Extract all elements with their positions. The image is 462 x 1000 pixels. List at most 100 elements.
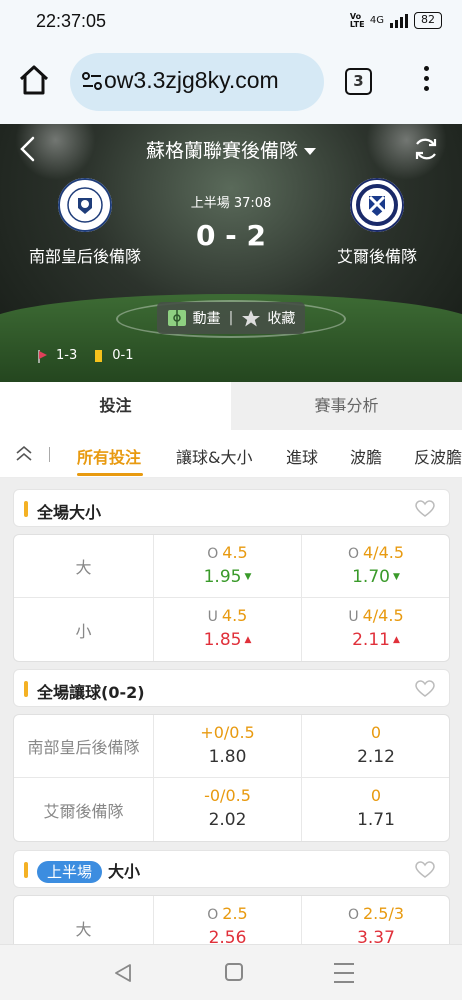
odds-button[interactable]: 0 2.12 — [302, 715, 449, 777]
odds-button[interactable]: O 4/4.5 1.70 ▼ — [302, 535, 449, 597]
line-prefix: O — [207, 546, 219, 562]
tab-all-bets[interactable]: 所有投注 — [77, 444, 141, 468]
star-icon[interactable] — [241, 309, 261, 327]
home-icon[interactable] — [16, 62, 52, 98]
animation-favorite-bar: 動畫 | 收藏 — [157, 302, 305, 334]
price: 1.71 — [357, 810, 395, 830]
odds-button[interactable]: O 4.5 1.95 ▼ — [154, 535, 302, 597]
price: 2.11 — [352, 630, 390, 650]
tab-betting[interactable]: 投注 — [0, 382, 231, 430]
section-marker — [24, 862, 28, 878]
nav-back-icon[interactable] — [112, 963, 134, 983]
signal-icon — [390, 13, 408, 28]
section-title: 上半場 大小 — [37, 858, 140, 883]
match-clock: 37:08 — [233, 196, 272, 211]
league-title[interactable]: 蘇格蘭聯賽後備隊 — [0, 136, 462, 163]
collapse-icon[interactable] — [14, 444, 34, 464]
battery-icon: 82 — [414, 12, 442, 29]
divider — [49, 447, 50, 462]
heart-icon[interactable] — [415, 500, 435, 518]
section-title: 全場大小 — [37, 503, 102, 522]
tab-correct-score[interactable]: 波膽 — [350, 444, 382, 468]
status-icons: Vo LTE 4G 82 — [350, 12, 442, 29]
line-prefix: O — [207, 907, 219, 923]
tab-goals[interactable]: 進球 — [286, 444, 318, 468]
market-tabs: 所有投注 讓球&大小 進球 波膽 反波膽 — [0, 430, 462, 478]
line-value: 4.5 — [222, 543, 248, 562]
nav-menu-icon[interactable] — [334, 963, 354, 983]
volte-indicator: Vo LTE — [349, 11, 365, 29]
row-label: 艾爾後備隊 — [14, 778, 154, 841]
animation-label[interactable]: 動畫 — [193, 308, 221, 328]
section-title: 全場讓球(0-2) — [37, 683, 145, 702]
odds-button[interactable]: O 2.5 2.56 — [154, 896, 302, 944]
price: 1.95 — [203, 567, 242, 587]
animation-icon[interactable] — [167, 309, 187, 327]
favorite-label[interactable]: 收藏 — [267, 308, 295, 328]
status-bar: 22:37:05 Vo LTE 4G 82 — [0, 0, 462, 44]
yellow-card-count: 0-1 — [112, 348, 134, 363]
network-type: 4G — [369, 15, 384, 26]
section-marker — [24, 681, 28, 697]
line-prefix: U — [207, 609, 218, 625]
line-value: 2.5 — [222, 904, 248, 923]
arrow-down-icon: ▼ — [392, 572, 400, 582]
url-bar[interactable]: ow3.3zjg8ky.com — [70, 53, 324, 111]
line-prefix: O — [347, 907, 359, 923]
line-value: -0/0.5 — [204, 786, 251, 805]
price: 1.80 — [208, 747, 247, 767]
row-label: 大 — [14, 535, 154, 597]
odds-button[interactable]: -0/0.5 2.02 — [154, 778, 302, 841]
tab-handicap-over-under[interactable]: 讓球&大小 — [176, 444, 252, 468]
separator: | — [228, 310, 234, 326]
tabs-icon[interactable]: 3 — [345, 68, 372, 95]
odds-row: 小 U 4.5 1.85 ▲ U 4/4.5 2.11 ▲ — [14, 598, 449, 661]
corner-count: 1-3 — [56, 348, 78, 363]
active-tab-indicator — [77, 473, 143, 476]
tab-analysis[interactable]: 賽事分析 — [231, 382, 462, 430]
league-name: 蘇格蘭聯賽後備隊 — [145, 140, 298, 162]
odds-button[interactable]: 0 1.71 — [302, 778, 449, 841]
odds-button[interactable]: U 4/4.5 2.11 ▲ — [302, 598, 449, 661]
match-score: 0 - 2 — [195, 219, 267, 252]
corner-flag-icon — [38, 349, 47, 363]
section-header-total[interactable]: 全場大小 — [13, 489, 450, 527]
arrow-up-icon: ▲ — [392, 635, 400, 645]
line-value: 2.5/3 — [363, 904, 405, 923]
odds-button[interactable]: O 2.5/3 3.37 — [302, 896, 449, 944]
line-value: 4/4.5 — [363, 543, 405, 562]
match-stats: 1-3 0-1 — [38, 348, 133, 363]
tab-reverse-correct-score[interactable]: 反波膽 — [414, 444, 462, 468]
price: 1.85 — [203, 630, 242, 650]
odds-button[interactable]: +0/0.5 1.80 — [154, 715, 302, 777]
first-half-badge: 上半場 — [37, 861, 103, 883]
odds-row: 大 O 4.5 1.95 ▼ O 4/4.5 1.70 ▼ — [14, 535, 449, 598]
odds-row: 南部皇后後備隊 +0/0.5 1.80 0 2.12 — [14, 715, 449, 778]
line-value: 4/4.5 — [362, 606, 404, 625]
site-settings-icon[interactable] — [80, 69, 104, 93]
heart-icon[interactable] — [415, 861, 435, 879]
arrow-down-icon: ▼ — [244, 572, 252, 582]
odds-table-handicap: 南部皇后後備隊 +0/0.5 1.80 0 2.12 艾爾後備隊 -0/0.5 … — [13, 714, 450, 842]
section-header-handicap[interactable]: 全場讓球(0-2) — [13, 669, 450, 707]
match-header: 蘇格蘭聯賽後備隊 南部皇后後備隊 艾爾後備隊 上半場 37:08 0 - 2 動… — [0, 124, 462, 382]
heart-icon[interactable] — [415, 680, 435, 698]
yellow-card-icon — [95, 349, 103, 362]
more-vert-icon[interactable] — [418, 66, 434, 98]
price: 1.70 — [352, 567, 390, 587]
price: 3.37 — [357, 928, 395, 944]
refresh-icon[interactable] — [412, 135, 440, 163]
line-value: 0 — [370, 723, 382, 742]
main-tabs: 投注 賽事分析 — [0, 382, 462, 430]
nav-home-icon[interactable] — [225, 963, 243, 981]
browser-toolbar: ow3.3zjg8ky.com 3 — [0, 44, 462, 124]
odds-row: 大 O 2.5 2.56 O 2.5/3 3.37 — [14, 896, 449, 944]
line-prefix: U — [348, 609, 359, 625]
price: 2.12 — [357, 747, 395, 767]
line-value: +0/0.5 — [200, 723, 255, 742]
odds-table-first-half-total: 大 O 2.5 2.56 O 2.5/3 3.37 — [13, 895, 450, 944]
row-label: 小 — [14, 598, 154, 661]
section-header-first-half-total[interactable]: 上半場 大小 — [13, 850, 450, 888]
odds-button[interactable]: U 4.5 1.85 ▲ — [154, 598, 302, 661]
match-period: 上半場 — [190, 196, 230, 211]
